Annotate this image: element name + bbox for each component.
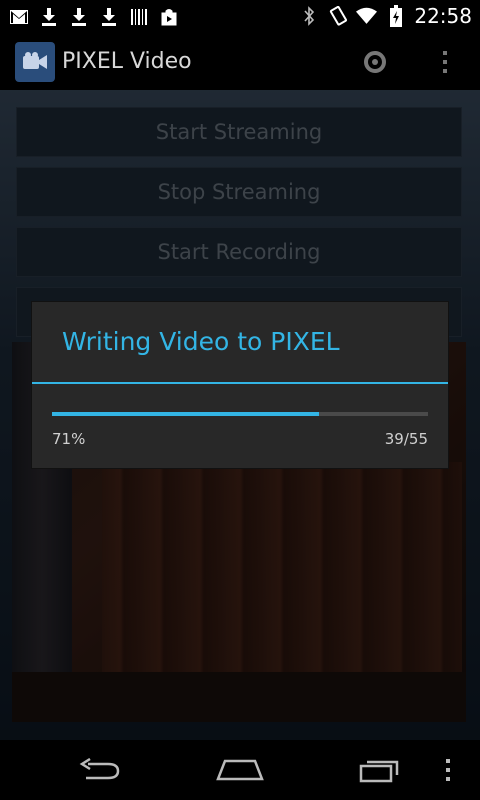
video-camera-icon[interactable] <box>15 42 55 82</box>
progress-bar <box>52 412 428 416</box>
download-icon <box>98 6 119 27</box>
notification-icons <box>8 6 179 27</box>
app-title: PIXEL Video <box>62 49 192 74</box>
progress-dialog: Writing Video to PIXEL 71% 39/55 <box>32 302 448 468</box>
recent-apps-icon[interactable] <box>350 750 410 790</box>
progress-bar-fill <box>52 412 319 416</box>
back-icon[interactable] <box>70 750 130 790</box>
settings-icon[interactable] <box>355 42 395 82</box>
bluetooth-icon <box>298 6 319 27</box>
menu-icon[interactable] <box>428 750 468 790</box>
download-icon <box>68 6 89 27</box>
progress-percent: 71% <box>52 430 86 448</box>
action-bar: PIXEL Video <box>0 33 480 90</box>
download-icon <box>38 6 59 27</box>
navigation-bar <box>0 740 480 800</box>
home-icon[interactable] <box>210 750 270 790</box>
barcode-icon <box>128 6 149 27</box>
progress-count: 39/55 <box>384 430 428 448</box>
dialog-divider <box>32 382 448 384</box>
battery-icon <box>385 5 406 27</box>
dialog-title: Writing Video to PIXEL <box>62 327 340 356</box>
status-bar: 22:58 <box>0 0 480 33</box>
play-store-icon <box>158 6 179 27</box>
status-clock: 22:58 <box>414 4 472 28</box>
wifi-icon <box>356 6 378 27</box>
system-icons: 22:58 <box>298 4 472 28</box>
vibrate-icon <box>327 6 348 27</box>
overflow-menu-icon[interactable] <box>425 42 465 82</box>
gmail-icon <box>8 6 29 27</box>
